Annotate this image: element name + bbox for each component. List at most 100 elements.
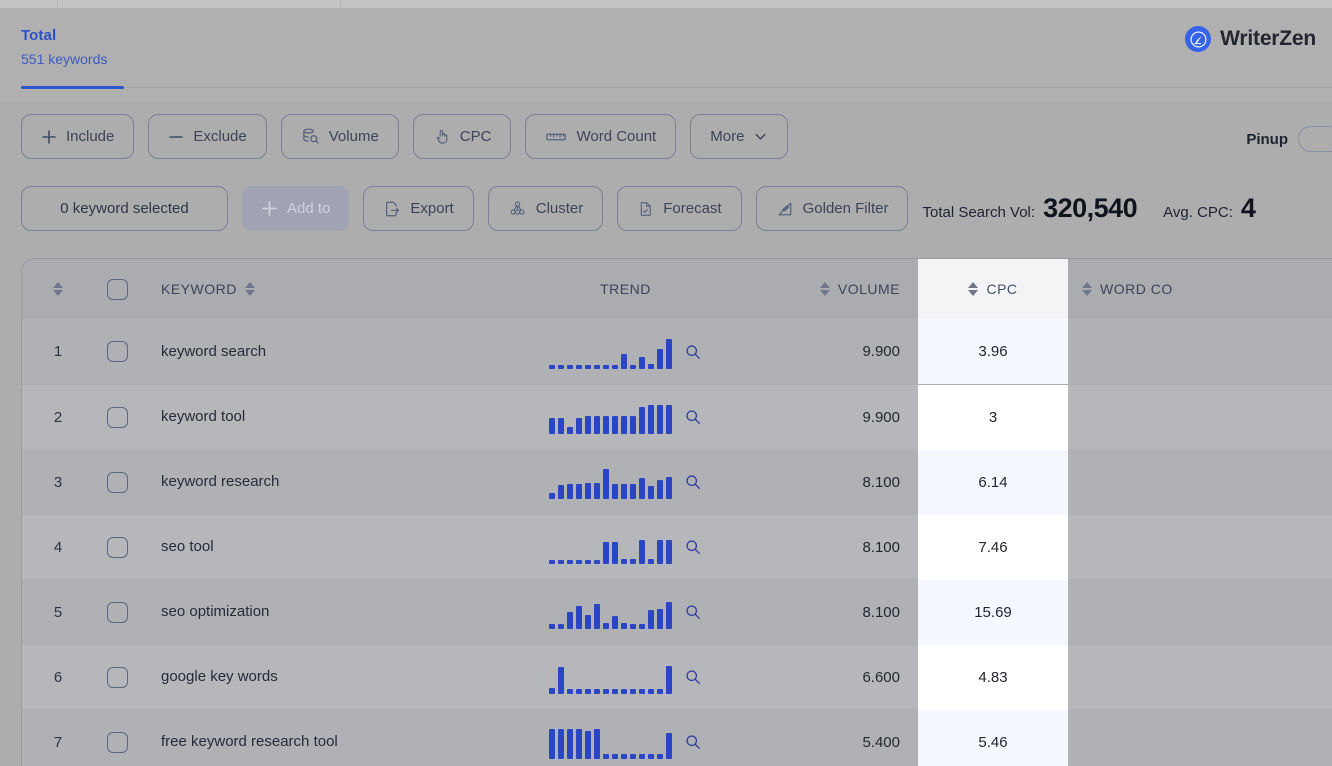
row-checkbox[interactable] <box>106 666 128 688</box>
row-index-value: 5 <box>53 603 63 621</box>
row-volume-value: 5.400 <box>862 733 900 751</box>
row-index-value: 4 <box>53 538 63 556</box>
select-all-checkbox[interactable] <box>106 278 128 300</box>
sort-icon[interactable] <box>968 282 979 296</box>
row-volume-value: 9.900 <box>862 408 900 426</box>
header-select-all[interactable] <box>94 278 140 300</box>
table-row[interactable]: 3 keyword research 8.100 6.14 <box>22 449 1332 515</box>
sort-icon[interactable] <box>53 282 63 296</box>
total-search-volume-label: Total Search Vol: <box>922 204 1036 221</box>
row-cpc-value: 3 <box>988 408 998 426</box>
row-cpc-cell: 3 <box>918 384 1068 450</box>
trend-sparkline <box>549 595 672 629</box>
pinup-control[interactable]: Pinup <box>1246 126 1332 152</box>
tab-total[interactable]: Total 551 keywords <box>21 26 124 69</box>
row-volume-value: 8.100 <box>862 603 900 621</box>
row-cpc-value: 4.83 <box>978 668 1008 686</box>
table-row[interactable]: 1 keyword search 9.900 3.96 <box>22 319 1332 384</box>
app-window: Total 551 keywords WriterZen Include Exc… <box>0 0 1332 766</box>
row-trend-cell <box>508 400 743 434</box>
row-checkbox[interactable] <box>106 341 128 362</box>
row-checkbox[interactable] <box>106 536 128 558</box>
search-icon[interactable] <box>684 603 702 621</box>
pinup-toggle[interactable] <box>1298 126 1332 152</box>
search-icon[interactable] <box>684 343 702 361</box>
row-keyword-cell[interactable]: keyword search <box>140 343 508 361</box>
row-select-cell[interactable] <box>94 536 140 558</box>
golden-filter-label: Golden Filter <box>802 200 889 217</box>
sort-icon[interactable] <box>1082 282 1092 296</box>
row-select-cell[interactable] <box>94 731 140 753</box>
golden-filter-button[interactable]: Golden Filter <box>755 186 909 231</box>
trend-sparkline <box>549 400 672 434</box>
row-select-cell[interactable] <box>94 666 140 688</box>
filter-include-button[interactable]: Include <box>21 114 135 159</box>
chrome-seam <box>57 0 58 8</box>
row-keyword-cell[interactable]: keyword tool <box>140 408 508 426</box>
trend-sparkline <box>549 465 672 499</box>
row-keyword-cell[interactable]: keyword research <box>140 473 508 491</box>
row-volume-cell: 6.600 <box>743 669 918 686</box>
row-keyword-cell[interactable]: seo optimization <box>140 603 508 621</box>
filter-exclude-button[interactable]: Exclude <box>148 114 267 159</box>
forecast-button[interactable]: Forecast <box>617 186 742 231</box>
sort-icon[interactable] <box>244 282 255 296</box>
header-word-count[interactable]: WORD CO <box>1068 281 1238 297</box>
filter-volume-button[interactable]: Volume <box>280 114 399 159</box>
search-icon[interactable] <box>684 668 702 686</box>
chevron-down-icon <box>753 129 768 144</box>
brand-logo: WriterZen <box>1185 26 1316 52</box>
action-toolbar: 0 keyword selected Add to Export Cluster… <box>21 186 1256 231</box>
filter-cpc-button[interactable]: CPC <box>412 114 512 159</box>
export-button[interactable]: Export <box>363 186 474 231</box>
row-index-value: 2 <box>53 408 63 426</box>
row-trend-cell <box>508 465 743 499</box>
row-checkbox[interactable] <box>106 731 128 753</box>
avg-cpc-label: Avg. CPC: <box>1163 204 1233 221</box>
row-volume-cell: 8.100 <box>743 539 918 556</box>
row-select-cell[interactable] <box>94 601 140 623</box>
row-keyword-cell[interactable]: seo tool <box>140 538 508 556</box>
sort-icon[interactable] <box>819 282 830 296</box>
filter-word-count-button[interactable]: Word Count <box>525 114 677 159</box>
row-checkbox[interactable] <box>106 601 128 623</box>
search-icon[interactable] <box>684 408 702 426</box>
table-row[interactable]: 6 google key words 6.600 4.83 <box>22 644 1332 710</box>
header-cpc[interactable]: CPC <box>918 259 1068 319</box>
table-row[interactable]: 5 seo optimization 8.100 15.69 <box>22 579 1332 645</box>
header-volume[interactable]: VOLUME <box>743 281 918 297</box>
row-select-cell[interactable] <box>94 471 140 493</box>
row-checkbox[interactable] <box>106 471 128 493</box>
row-index: 6 <box>22 669 94 686</box>
tab-title: Total <box>21 27 57 44</box>
cluster-button[interactable]: Cluster <box>487 186 604 231</box>
filter-more-button[interactable]: More <box>690 114 789 159</box>
search-icon[interactable] <box>684 733 702 751</box>
table-header-row: KEYWORD TREND VOLUME CPC WORD CO <box>22 259 1332 319</box>
row-trend-cell <box>508 725 743 759</box>
row-index: 1 <box>22 343 94 360</box>
header-keyword[interactable]: KEYWORD <box>140 281 508 297</box>
chrome-seam <box>340 0 341 8</box>
row-index: 3 <box>22 474 94 491</box>
table-row[interactable]: 7 free keyword research tool 5.400 5.46 <box>22 709 1332 766</box>
cluster-icon <box>508 200 527 218</box>
writerzen-pen-icon <box>1185 26 1212 52</box>
forecast-label: Forecast <box>663 200 722 217</box>
table-row[interactable]: 2 keyword tool 9.900 3 <box>22 384 1332 450</box>
add-to-button[interactable]: Add to <box>242 186 350 231</box>
search-icon[interactable] <box>684 473 702 491</box>
table-row[interactable]: 4 seo tool 8.100 7.46 <box>22 514 1332 580</box>
tab-keyword-count: 551 keywords <box>21 51 108 67</box>
search-icon[interactable] <box>684 538 702 556</box>
filter-volume-label: Volume <box>328 128 379 145</box>
plus-icon <box>261 200 278 217</box>
row-checkbox[interactable] <box>106 406 128 428</box>
row-keyword-cell[interactable]: google key words <box>140 668 508 686</box>
row-trend-cell <box>508 595 743 629</box>
header-index-sort[interactable] <box>22 282 94 296</box>
row-select-cell[interactable] <box>94 341 140 362</box>
row-keyword-cell[interactable]: free keyword research tool <box>140 733 508 751</box>
row-select-cell[interactable] <box>94 406 140 428</box>
pinup-label: Pinup <box>1246 130 1288 148</box>
